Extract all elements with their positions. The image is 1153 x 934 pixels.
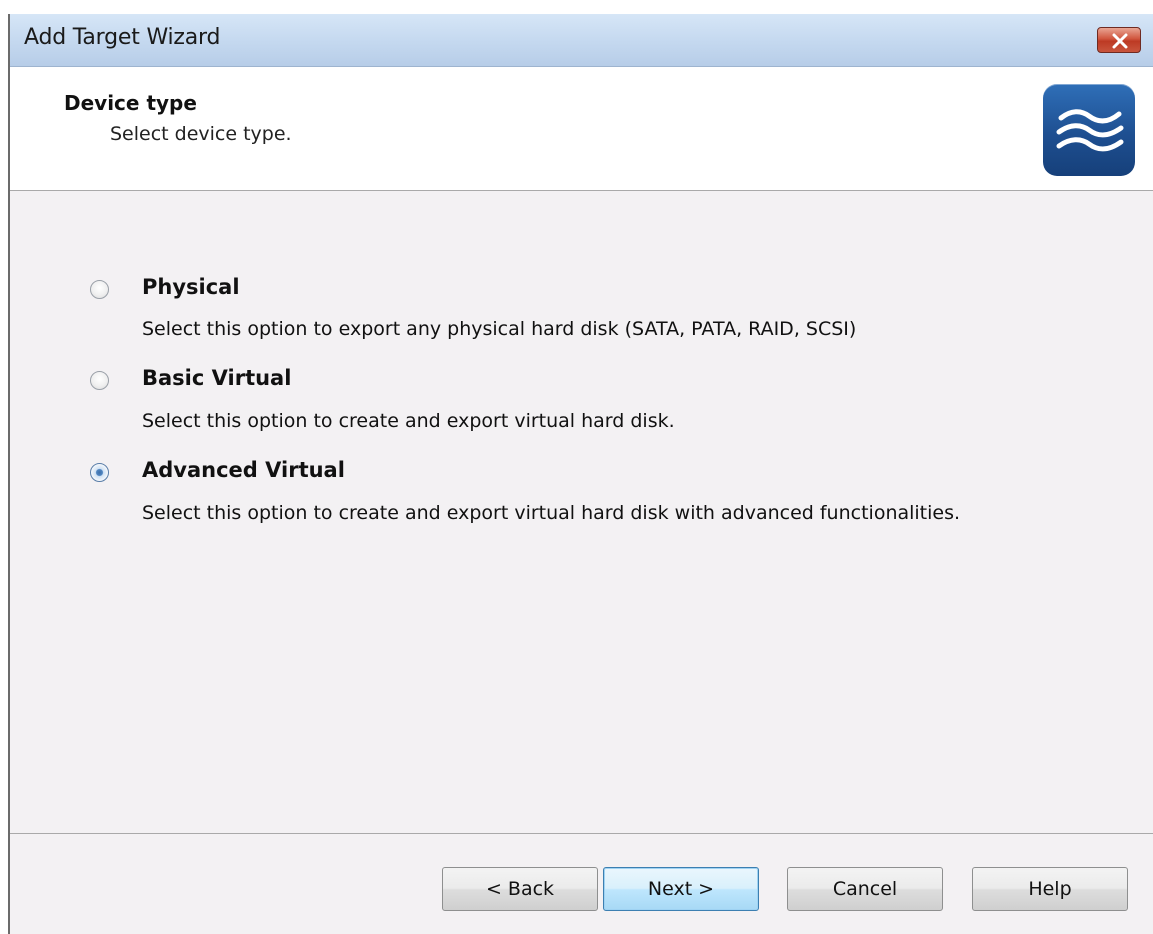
next-button[interactable]: Next > <box>603 867 759 911</box>
option-description: Select this option to create and export … <box>142 502 961 524</box>
page-subtitle: Select device type. <box>110 123 292 145</box>
title-bar[interactable]: Add Target Wizard <box>10 14 1153 67</box>
cancel-button[interactable]: Cancel <box>787 867 943 911</box>
window-title: Add Target Wizard <box>24 25 221 50</box>
option-label[interactable]: Advanced Virtual <box>142 458 345 482</box>
option-description: Select this option to export any physica… <box>142 318 857 340</box>
radio-advanced-virtual[interactable] <box>90 463 109 482</box>
wave-logo-icon <box>1043 84 1135 176</box>
close-icon <box>1112 33 1128 49</box>
wizard-header: Device type Select device type. <box>10 67 1153 191</box>
wizard-footer: < Back Next > Cancel Help <box>10 834 1153 934</box>
back-button[interactable]: < Back <box>442 867 598 911</box>
option-label[interactable]: Physical <box>142 275 240 299</box>
option-description: Select this option to create and export … <box>142 410 675 432</box>
close-button[interactable] <box>1097 27 1141 53</box>
help-button[interactable]: Help <box>972 867 1128 911</box>
device-type-options: Physical Select this option to export an… <box>10 191 1153 834</box>
option-label[interactable]: Basic Virtual <box>142 366 291 390</box>
radio-physical[interactable] <box>90 280 109 299</box>
radio-basic-virtual[interactable] <box>90 371 109 390</box>
wizard-window: Add Target Wizard Device type Select dev… <box>8 14 1153 934</box>
page-title: Device type <box>64 91 197 115</box>
